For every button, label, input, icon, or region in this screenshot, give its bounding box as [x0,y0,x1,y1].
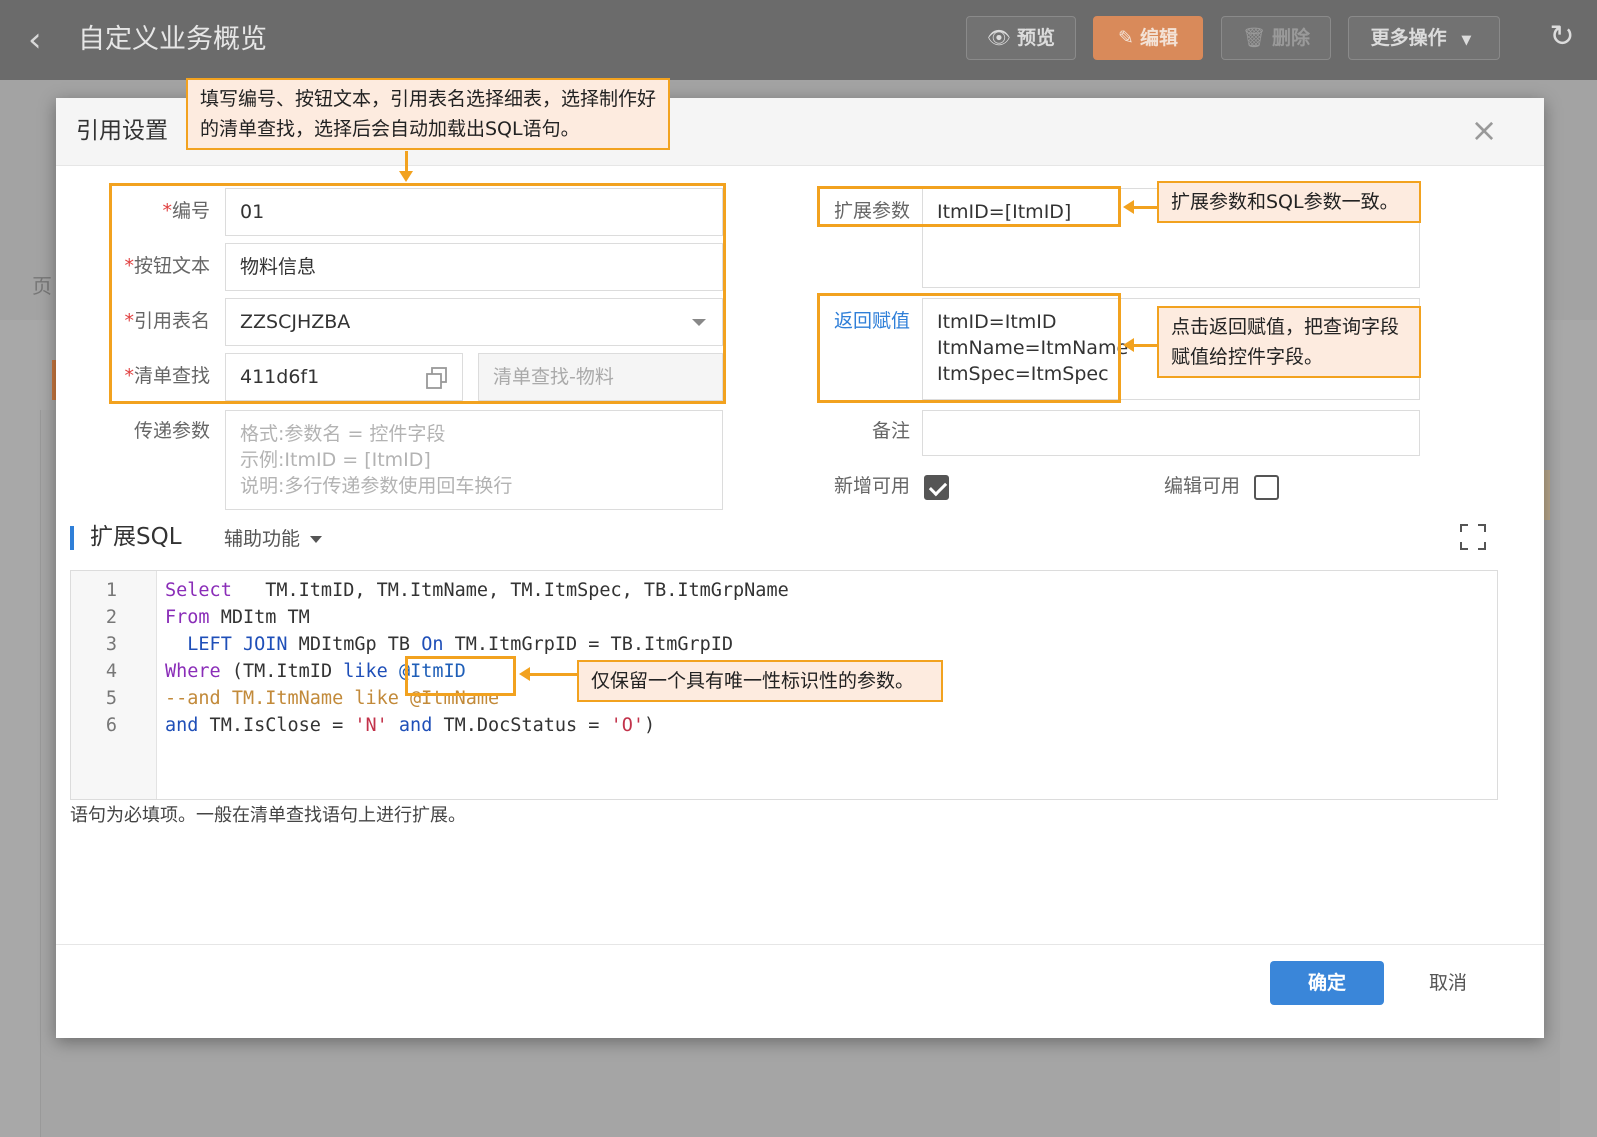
annotation-arrow-head [399,171,413,182]
annotation-highlight-sql-param [405,656,516,696]
remark-input[interactable] [922,410,1420,456]
sql-hint-text: 语句为必填项。一般在清单查找语句上进行扩展。 [70,805,466,826]
back-arrow-icon[interactable]: ‹ [28,22,58,58]
edit-icon: ✎ [1118,27,1134,49]
annotation-callout-sql-param: 仅保留一个具有唯一性标识性的参数。 [577,660,943,702]
edit-enabled-checkbox[interactable] [1254,475,1279,500]
preview-button[interactable]: 👁 预览 [966,16,1076,60]
edit-label: 编辑 [1139,27,1178,49]
section-marker [70,526,74,550]
edit-enabled-label: 编辑可用 [1163,475,1240,497]
fullscreen-icon[interactable] [1460,524,1486,550]
code-line: LEFT JOIN MDItmGp TB On TM.ItmGrpID = TB… [187,634,734,655]
trash-icon: 🗑 [1241,27,1267,49]
pass-params-label: 传递参数 [133,420,210,442]
confirm-button[interactable]: 确定 [1270,961,1384,1005]
more-actions-button[interactable]: 更多操作 ▼ [1348,16,1500,60]
preview-label: 预览 [1017,27,1056,49]
annotation-arrow-head [519,667,530,681]
assist-dropdown[interactable]: 辅助功能 [224,525,323,553]
add-enabled-label: 新增可用 [833,475,910,497]
delete-label: 删除 [1272,27,1311,49]
line-number: 3 [105,634,117,655]
annotation-highlight-ext-params [817,186,1121,227]
annotation-callout-top: 填写编号、按钮文本，引用表名选择细表，选择制作好的清单查找，选择后会自动加载出S… [186,78,670,150]
annotation-callout-ext-params: 扩展参数和SQL参数一致。 [1157,181,1421,223]
dialog-footer: 确定 取消 [56,944,1544,1038]
cancel-button[interactable]: 取消 [1408,961,1488,1005]
more-actions-label: 更多操作 [1370,27,1447,49]
line-number: 5 [105,688,117,709]
line-number: 4 [105,661,117,682]
line-number-gutter: 1 2 3 4 5 6 [71,571,157,799]
caret-down-icon: ▼ [1461,33,1472,48]
pass-params-textarea[interactable]: 格式:参数名 = 控件字段 示例:ItmID = [ItmID] 说明:多行传递… [225,410,723,510]
annotation-callout-return-assign: 点击返回赋值，把查询字段赋值给控件字段。 [1157,306,1421,378]
annotation-highlight-return-assign [817,293,1121,403]
assist-label: 辅助功能 [224,528,301,550]
edit-button[interactable]: ✎ 编辑 [1093,16,1203,60]
eye-icon: 👁 [986,27,1012,49]
code-line: From MDItm TM [165,607,310,628]
annotation-arrow [1134,344,1157,347]
caret-down-icon [310,536,323,543]
sql-section-title: 扩展SQL [90,524,182,550]
annotation-arrow [1134,206,1157,209]
pass-params-placeholder: 格式:参数名 = 控件字段 示例:ItmID = [ItmID] 说明:多行传递… [240,423,513,497]
annotation-highlight-left-fields [109,183,726,404]
line-number: 1 [105,580,117,601]
annotation-arrow [530,673,577,676]
close-icon[interactable]: × [1466,112,1502,148]
top-bar: ‹ 自定义业务概览 👁 预览 ✎ 编辑 🗑 删除 更多操作 ▼ ↻ [0,0,1597,80]
annotation-arrow [405,151,408,173]
line-number: 6 [105,715,117,736]
code-line: and TM.IsClose = 'N' and TM.DocStatus = … [165,715,656,736]
code-line: Select TM.ItmID, TM.ItmName, TM.ItmSpec,… [165,580,789,601]
add-enabled-checkbox[interactable] [924,475,949,500]
remark-label: 备注 [871,420,910,442]
annotation-arrow-head [1123,200,1134,214]
annotation-arrow-head [1123,338,1134,352]
delete-button[interactable]: 🗑 删除 [1221,16,1331,60]
dialog-title: 引用设置 [76,118,168,144]
page-title: 自定义业务概览 [78,24,267,55]
line-number: 2 [105,607,117,628]
background-page-label: 页 [32,274,52,298]
refresh-icon[interactable]: ↻ [1545,20,1579,54]
